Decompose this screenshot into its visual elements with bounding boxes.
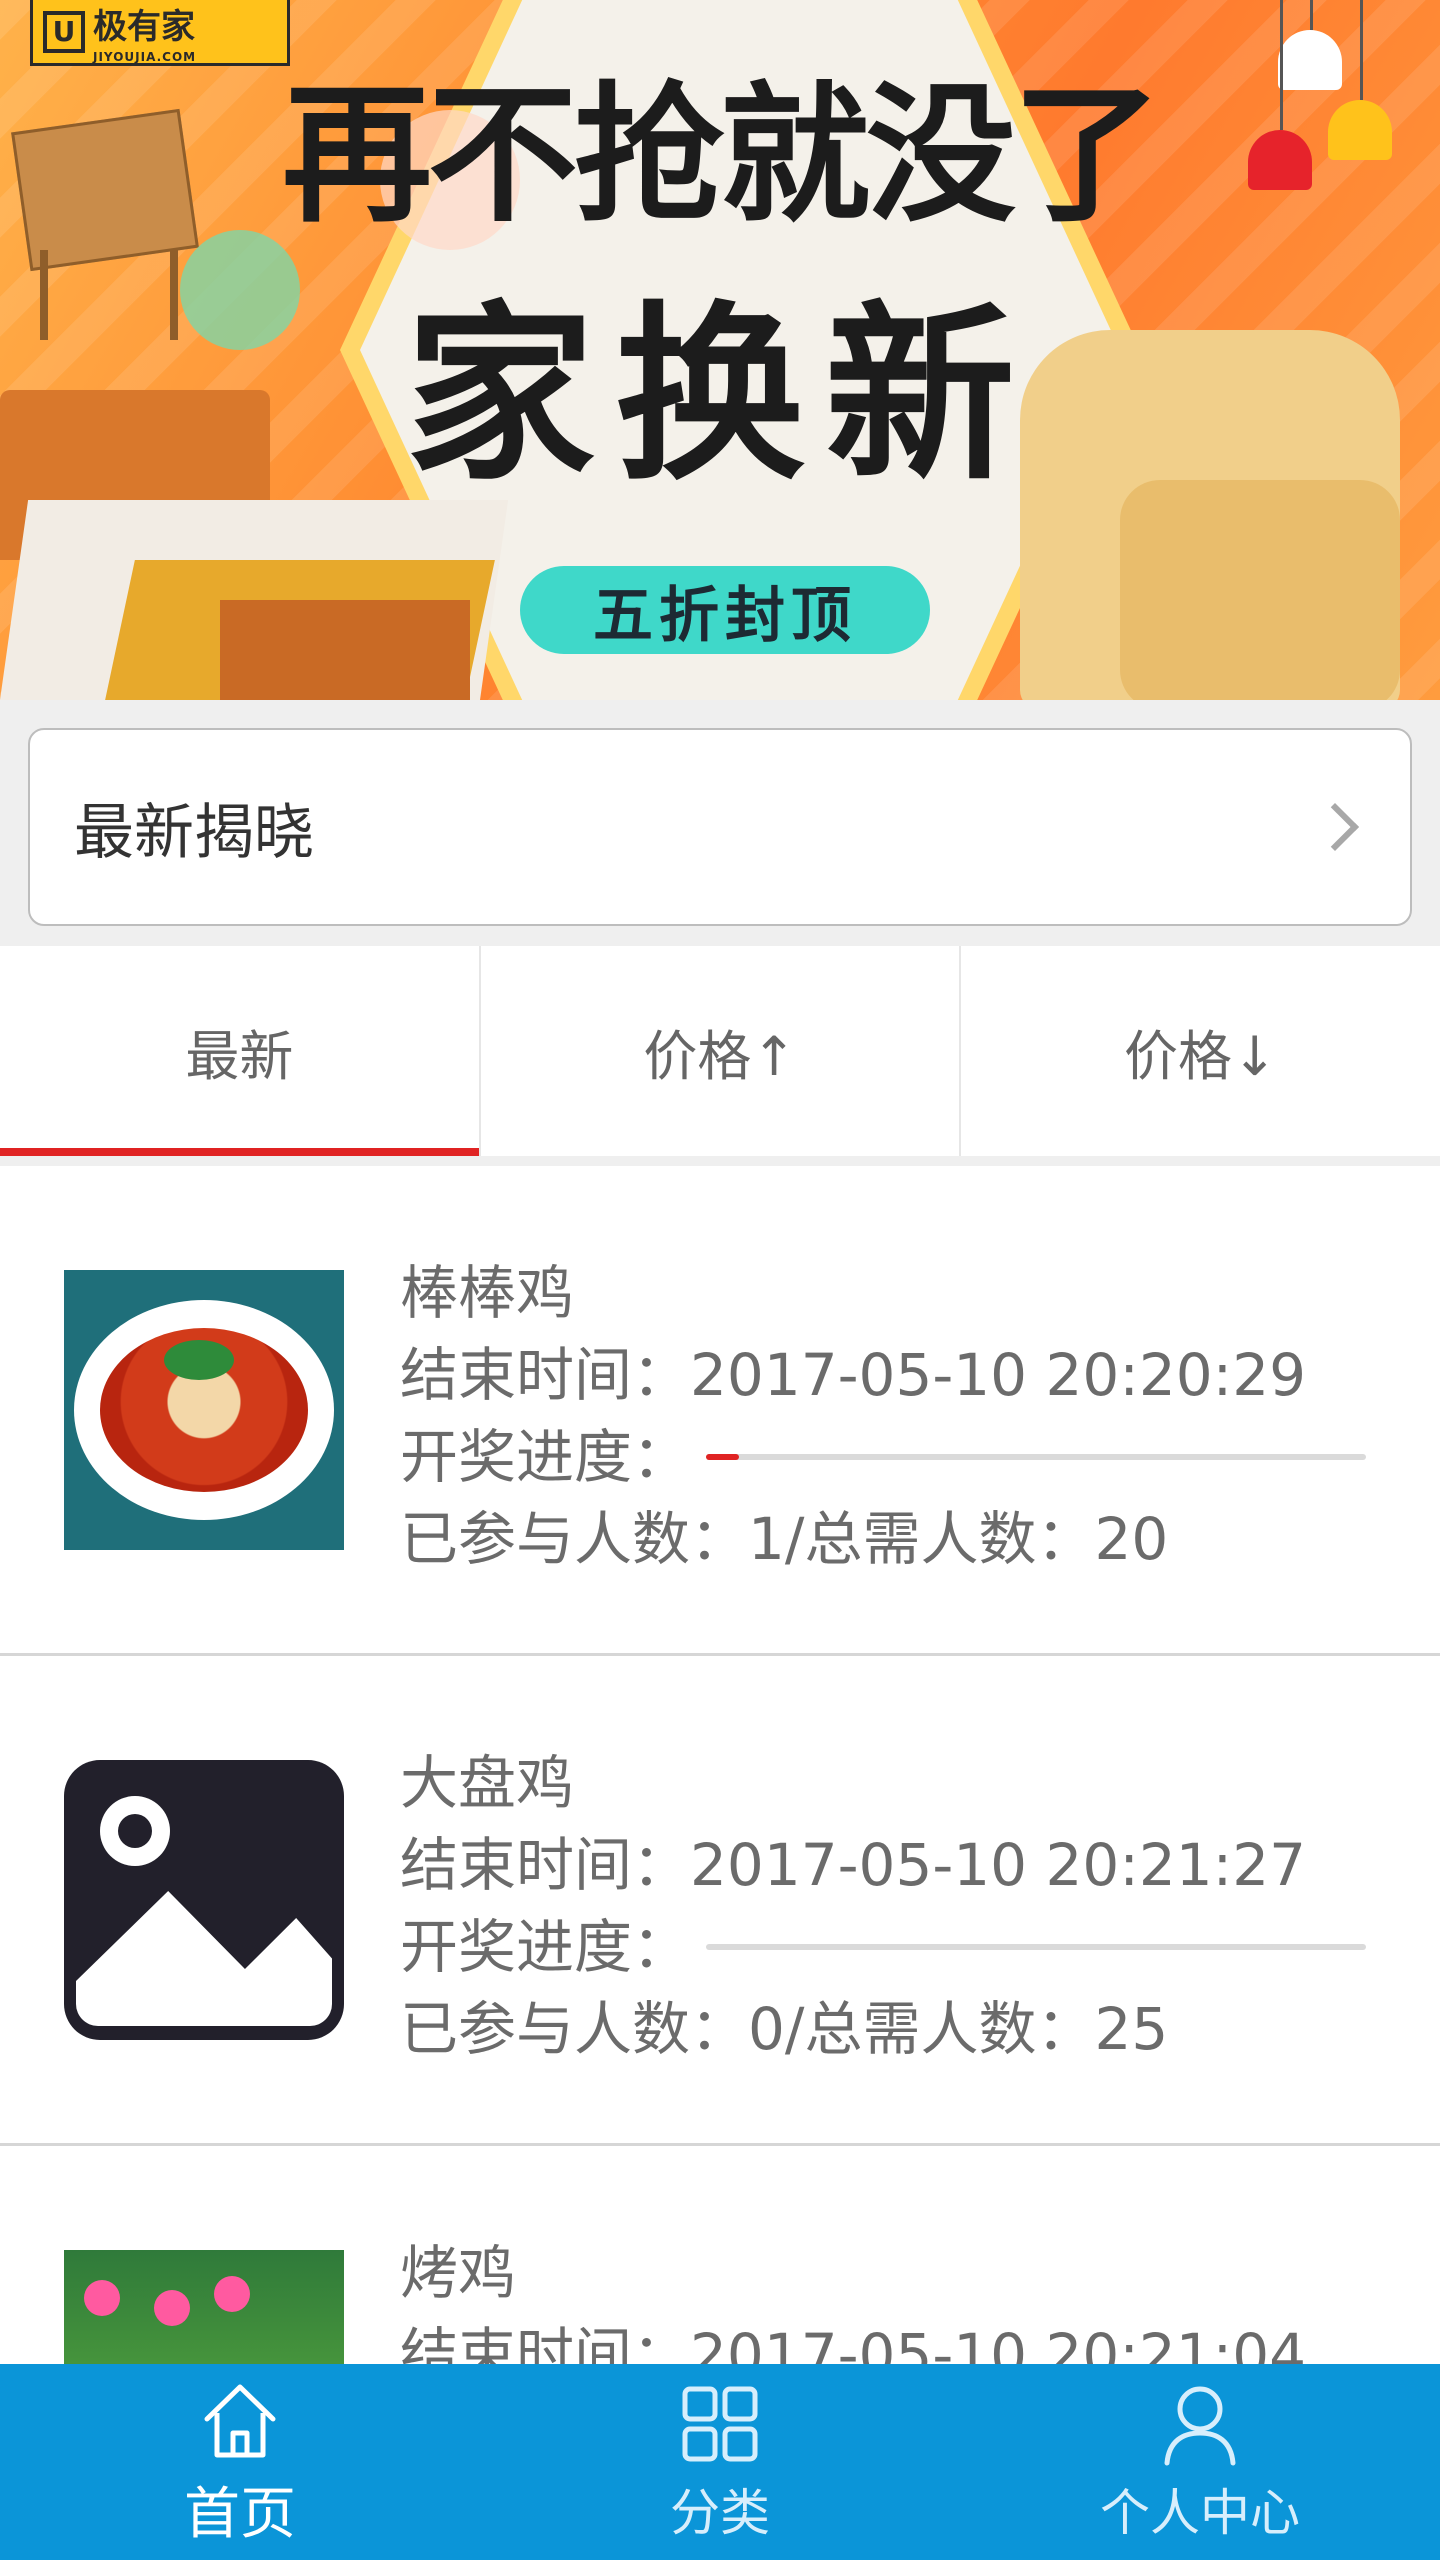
promo-banner[interactable]: U 极有家 JIYOUJIA.COM 再不抢就没了 家换新 五折封顶 [0,0,1440,700]
product-name: 大盘鸡 [400,1749,575,1817]
cabinet-illustration [11,108,199,272]
bed-footboard-illustration [220,600,470,700]
banner-discount-badge: 五折封顶 [520,566,930,654]
tab-price-ascending[interactable]: 价格↑ [478,946,960,1156]
cabinet-leg [170,250,178,340]
bottom-navigation: 首页 分类 个人中心 [0,2364,1440,2560]
latest-reveal-label: 最新揭晓 [74,797,314,868]
participants-value: 1 [748,1505,785,1573]
tab-price-descending[interactable]: 价格↓ [959,946,1440,1156]
nav-home[interactable]: 首页 [0,2364,480,2560]
logo-domain: JIYOUJIA.COM [93,50,197,64]
participants-label: 已参与人数： [400,1995,749,2063]
nav-profile-label: 个人中心 [1100,2484,1300,2542]
grid-icon [682,2386,758,2462]
progress-label: 开奖进度： [400,1423,691,1491]
progress-bar [706,1454,1367,1460]
chevron-right-icon [1310,802,1360,852]
product-name: 棒棒鸡 [400,1259,575,1327]
nav-category-label: 分类 [670,2484,770,2542]
progress-fill [706,1454,740,1460]
total-label: /总需人数： [784,1995,1095,2063]
armchair-seat-illustration [1120,480,1400,700]
list-item[interactable]: 大盘鸡 结束时间： 2017-05-10 20:21:27 开奖进度： 已参与人… [0,1656,1440,2146]
progress-bar [706,1944,1367,1950]
list-item[interactable]: 棒棒鸡 结束时间： 2017-05-10 20:20:29 开奖进度： 已参与人… [0,1166,1440,1656]
product-list: 棒棒鸡 结束时间： 2017-05-10 20:20:29 开奖进度： 已参与人… [0,1166,1440,2560]
participants-value: 0 [748,1995,785,2063]
participants-label: 已参与人数： [400,1505,749,1573]
decor-circle [180,230,300,350]
progress-label: 开奖进度： [400,1913,691,1981]
home-icon [204,2384,276,2457]
product-name: 烤鸡 [400,2239,517,2307]
total-value: 25 [1094,1995,1169,2063]
nav-category[interactable]: 分类 [480,2364,960,2560]
user-icon [1164,2386,1236,2466]
end-time-value: 2017-05-10 20:20:29 [690,1341,1307,1409]
total-value: 20 [1094,1505,1169,1573]
logo-mark-icon: U [43,10,85,53]
tab-newest[interactable]: 最新 [0,946,479,1156]
logo-name: 极有家 [93,7,195,47]
brand-logo: U 极有家 JIYOUJIA.COM [30,0,290,66]
product-image [64,1270,344,1550]
nav-home-label: 首页 [184,2481,296,2547]
cabinet-leg [40,250,48,340]
image-placeholder-icon [64,1760,344,2040]
end-time-label: 结束时间： [400,1831,691,1899]
end-time-label: 结束时间： [400,1341,691,1409]
end-time-value: 2017-05-10 20:21:27 [690,1831,1307,1899]
sort-tabs: 最新 价格↑ 价格↓ [0,946,1440,1156]
banner-subheadline: 家换新 [404,283,1035,506]
nav-profile[interactable]: 个人中心 [960,2364,1440,2560]
total-label: /总需人数： [784,1505,1095,1573]
latest-reveal-link[interactable]: 最新揭晓 [28,728,1412,926]
banner-headline: 再不抢就没了 [281,67,1162,243]
